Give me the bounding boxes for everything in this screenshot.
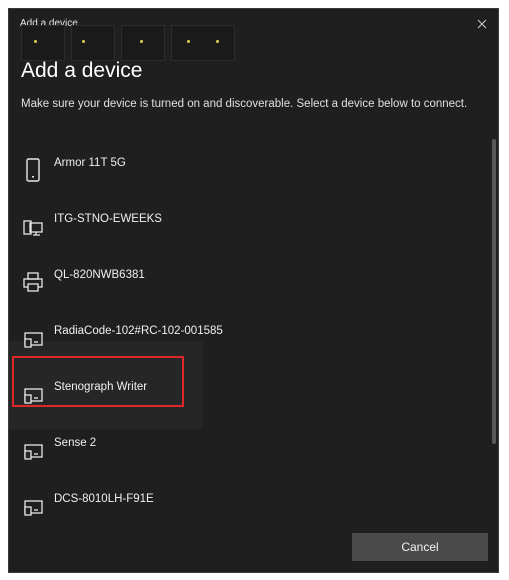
- device-item-itg[interactable]: ITG-STNO-EWEEKS: [9, 201, 487, 251]
- device-item-stenograph[interactable]: Stenograph Writer: [9, 369, 487, 419]
- progress-dot-box: [171, 25, 235, 61]
- cancel-button[interactable]: Cancel: [352, 533, 488, 561]
- computer-icon: [23, 220, 43, 236]
- device-item-ql[interactable]: QL-820NWB6381: [9, 257, 487, 307]
- page-heading: Add a device: [21, 59, 143, 82]
- progress-dot-box: [71, 25, 115, 61]
- generic-device-icon: [24, 444, 43, 460]
- scrollbar[interactable]: [492, 139, 496, 444]
- add-device-dialog: Add a device Add a device Make sure your…: [8, 8, 499, 573]
- progress-dot-box: [121, 25, 165, 61]
- device-name: Armor 11T 5G: [54, 157, 126, 169]
- device-item-sense[interactable]: Sense 2: [9, 425, 487, 475]
- close-icon: [477, 19, 487, 29]
- progress-dot-box: [21, 25, 65, 61]
- phone-icon: [26, 158, 40, 182]
- footer: Cancel: [9, 526, 498, 572]
- device-item-armor[interactable]: Armor 11T 5G: [9, 145, 487, 195]
- close-button[interactable]: [470, 13, 494, 35]
- generic-device-icon: [24, 332, 43, 348]
- printer-icon: [23, 272, 43, 292]
- device-item-radiacode[interactable]: RadiaCode-102#RC-102-001585: [9, 313, 487, 363]
- device-name: RadiaCode-102#RC-102-001585: [54, 325, 223, 337]
- device-item-dcs[interactable]: DCS-8010LH-F91E: [9, 481, 487, 531]
- device-name: Sense 2: [54, 437, 97, 449]
- device-name: Stenograph Writer: [54, 381, 148, 393]
- instructions-text: Make sure your device is turned on and d…: [21, 98, 468, 110]
- device-name: ITG-STNO-EWEEKS: [54, 213, 162, 225]
- generic-device-icon: [24, 388, 43, 404]
- device-name: DCS-8010LH-F91E: [54, 493, 154, 505]
- generic-device-icon: [24, 500, 43, 516]
- device-name: QL-820NWB6381: [54, 269, 145, 281]
- loading-indicator: [21, 25, 235, 61]
